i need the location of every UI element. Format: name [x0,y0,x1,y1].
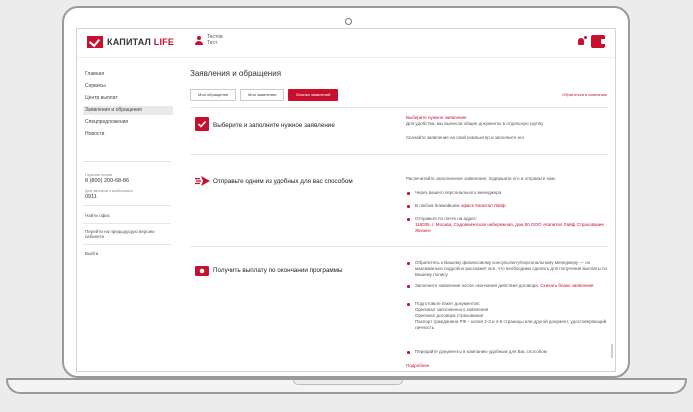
step1-text1: Для удобства, мы вынесли общие документы… [406,121,544,126]
step2-bullet2: В любом ближайшем офисе Капитал Лайф [406,203,611,209]
more-link[interactable]: Подробнее [406,363,611,369]
browser-screen: КАПИТАЛ LIFE Тестов Тест Главная Сервисы… [76,28,616,372]
laptop-notch [293,380,403,385]
step2-intro: Распечатайте заполненное заявление, подп… [406,176,556,181]
step3-bullet3: Подготовьте пакет документов: Оригинал з… [406,301,611,331]
page-title: Заявления и обращения [190,69,282,78]
sidebar-item-payments[interactable]: Центр выплат [83,94,173,103]
tab-my-requests[interactable]: Мои обращения [190,89,236,101]
check-icon [195,117,209,136]
step1-text2: Скачайте заявление на свой компьютер и з… [406,135,525,140]
notification-dot-icon [584,36,587,39]
step1-title: Выберите и заполните нужное заявление [213,122,335,129]
wallet-icon[interactable] [591,35,606,48]
step2-title: Отправьте одним из удобных для вас спосо… [213,178,353,185]
logout-link[interactable]: Выйти [85,251,165,256]
step3-title: Получить выплату по окончании программы [213,267,343,274]
logo-mark-icon [87,36,103,48]
step3-bullet1: Обратитесь к Вашему финансовому консульт… [406,260,611,278]
step3-bullet4: Передайте документы в компанию удобным д… [406,349,611,355]
scrollbar[interactable] [611,344,613,358]
contact-company-link[interactable]: Обратиться в компанию [562,92,607,97]
download-form-link[interactable]: Скачать бланк заявления [540,283,593,288]
sidebar-divider [83,244,171,245]
user-profile[interactable]: Тестов Тест [195,34,223,46]
step3-bullet2-text: Заполните заявление после окончания дейс… [415,283,541,288]
old-version-link[interactable]: Перейти на предыдущую версию кабинета [85,229,165,239]
payout-icon [195,264,209,282]
tab-my-applications[interactable]: Мои заявления [240,89,285,101]
postal-address: 115035, г. Москва, Садовническая набереж… [415,222,604,233]
sidebar-divider [83,205,171,206]
sidebar-item-offers[interactable]: Спецпредложения [83,118,173,127]
find-office-link[interactable]: Найти офис [85,213,165,218]
sidebar-item-news[interactable]: Новости [83,130,173,139]
sidebar-divider [83,223,171,224]
sidebar-item-applications[interactable]: Заявления и обращения [83,106,173,115]
sidebar-item-services[interactable]: Сервисы [83,82,173,91]
mobile-label: Для звонков с мобильных [85,188,134,193]
step3-bullet2: Заполните заявление после окончания дейс… [406,283,611,289]
sidebar-item-home[interactable]: Главная [83,70,173,79]
step2-bullet3: Отправьте по почте на адрес: 115035, г. М… [406,216,611,234]
header-bar: КАПИТАЛ LIFE Тестов Тест [77,29,615,58]
tab-bar: Мои обращения Мои заявления Бланки заявл… [190,89,342,101]
mobile-number[interactable]: 0911 [85,194,97,200]
office-link[interactable]: офисе Капитал Лайф [461,203,506,208]
bell-icon[interactable] [578,38,584,45]
sidebar: Главная Сервисы Центр выплат Заявления и… [77,57,177,371]
laptop-base [6,378,687,394]
step3-doc3: Паспорт гражданина РФ – копия 2-3 и 4-5 … [415,319,607,330]
divider [190,246,608,247]
sidebar-divider [83,161,171,162]
user-icon [195,36,203,46]
camera-icon [345,18,352,25]
hotline-phone[interactable]: 8 (800) 200-68-86 [85,178,129,184]
step2-bullet1: Через вашего персонального менеджера [406,190,611,196]
divider [190,154,608,155]
send-icon [195,174,211,192]
divider [190,107,608,108]
hotline-label: Горячая линия [85,172,113,177]
user-name-line2: Тест [207,40,218,46]
laptop-frame: КАПИТАЛ LIFE Тестов Тест Главная Сервисы… [62,6,630,378]
logo[interactable]: КАПИТАЛ LIFE [87,36,174,48]
logo-text-a: КАПИТАЛ [107,37,154,47]
logo-text-b: LIFE [153,37,175,47]
tab-application-forms[interactable]: Бланки заявлений [288,89,339,101]
step2-bullet2-text: В любом ближайшем [415,203,461,208]
main-content: Заявления и обращения Мои обращения Мои … [177,57,615,371]
